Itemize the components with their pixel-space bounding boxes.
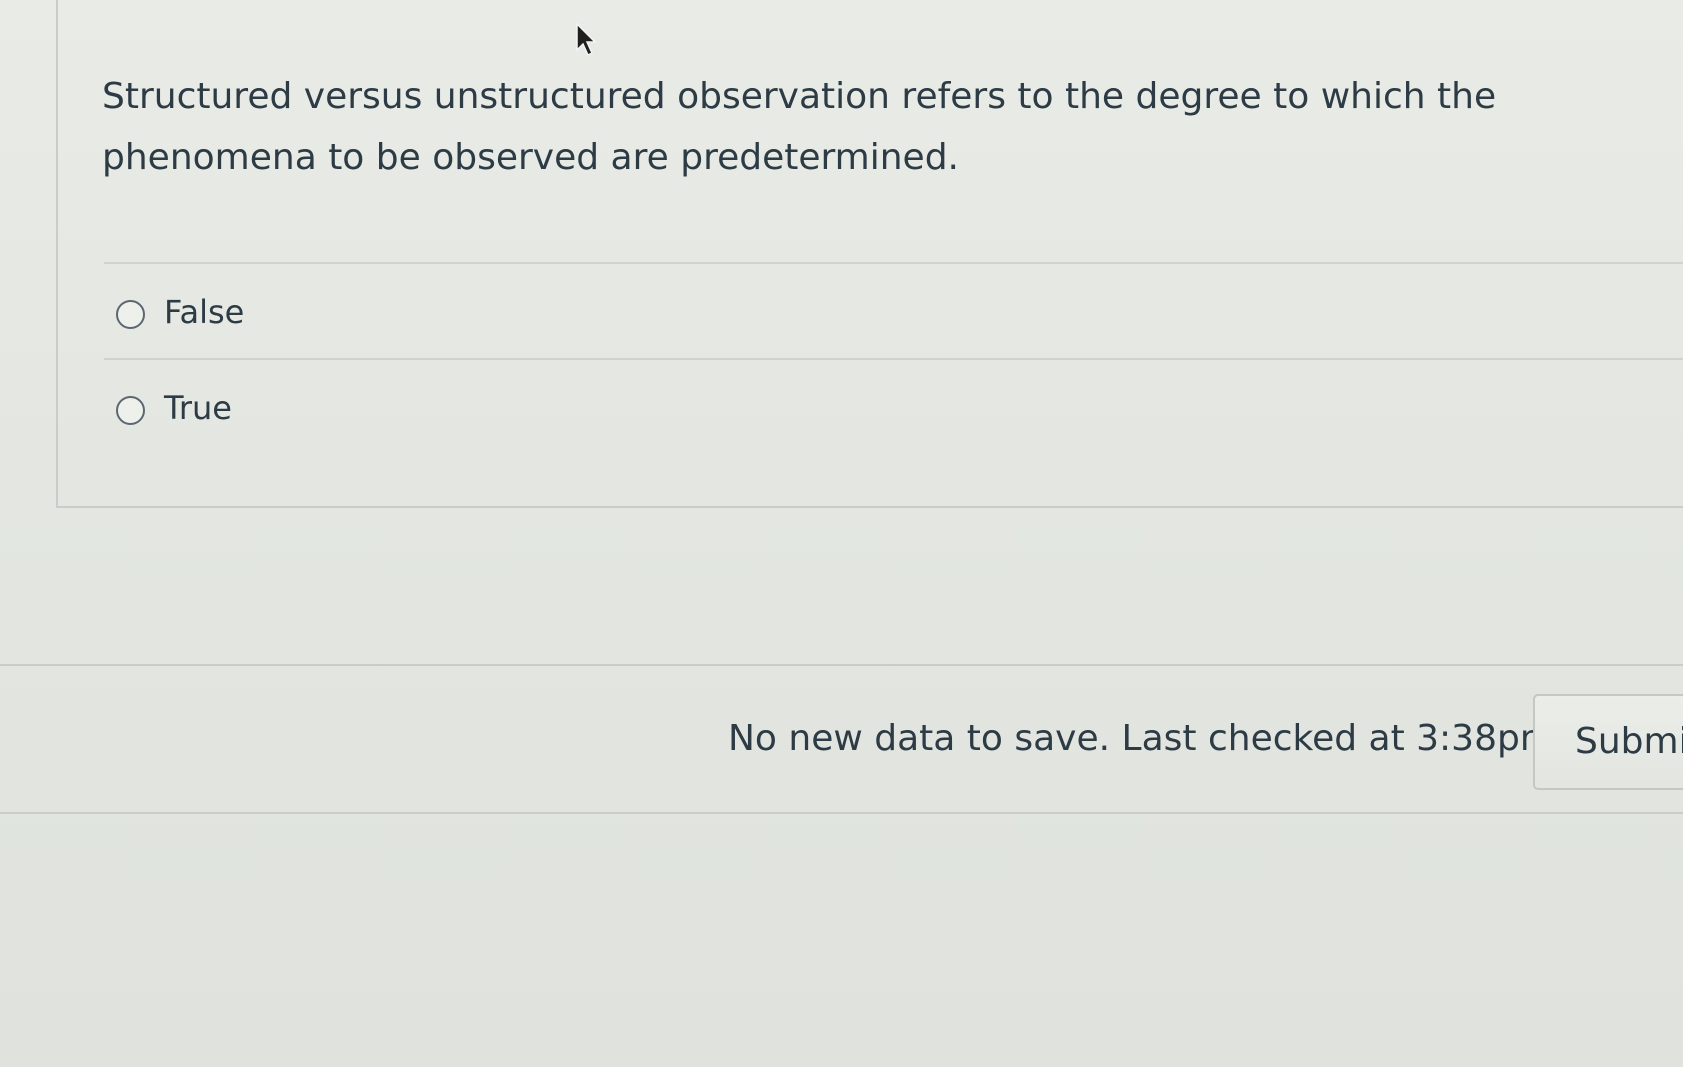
answer-option-false[interactable]: False — [104, 262, 1683, 358]
answer-list: False True — [104, 262, 1683, 454]
mouse-pointer-icon — [576, 22, 597, 57]
submit-quiz-button[interactable]: Submit — [1533, 694, 1683, 790]
radio-button-true[interactable] — [116, 396, 145, 425]
question-text: Structured versus unstructured observati… — [102, 76, 1497, 178]
radio-button-false[interactable] — [116, 300, 145, 329]
question-card: Structured versus unstructured observati… — [56, 0, 1683, 508]
answer-option-true[interactable]: True — [104, 358, 1683, 454]
quiz-footer: No new data to save. Last checked at 3:3… — [0, 664, 1683, 814]
quiz-page: Structured versus unstructured observati… — [0, 0, 1683, 1067]
autosave-status: No new data to save. Last checked at 3:3… — [728, 718, 1555, 759]
answer-label-false: False — [164, 293, 245, 331]
answer-label-true: True — [164, 389, 232, 427]
